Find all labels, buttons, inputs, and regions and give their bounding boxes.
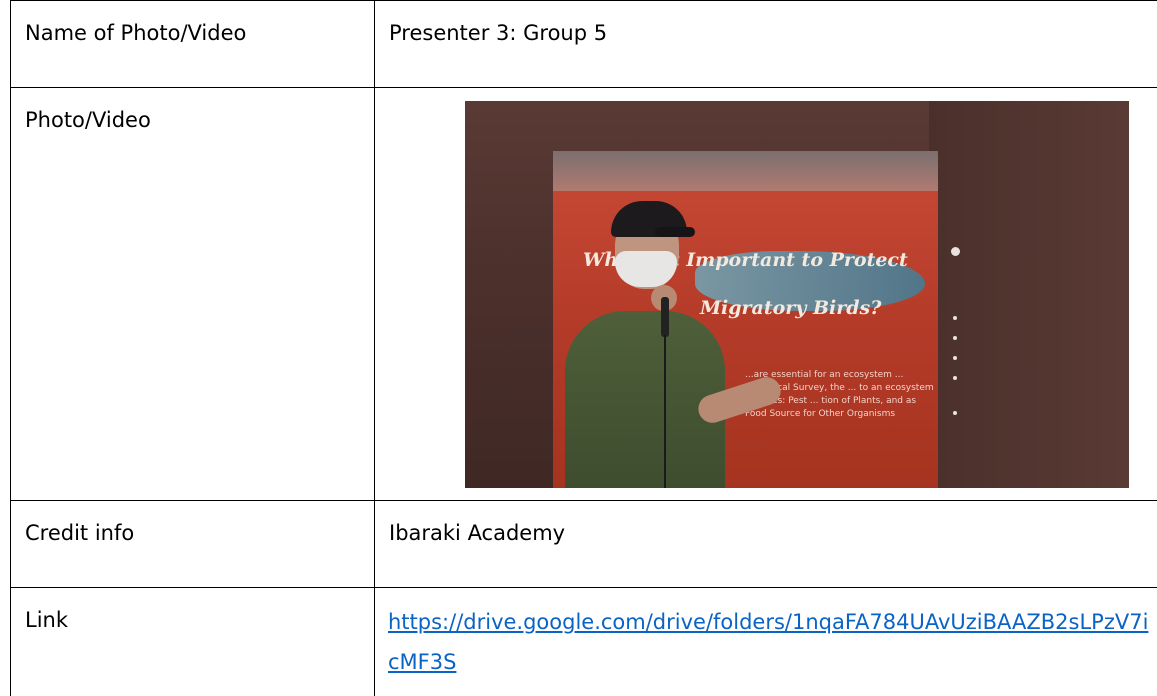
presenter-cap-brim	[655, 227, 695, 237]
credit-label: Credit info	[11, 501, 374, 551]
name-label: Name of Photo/Video	[11, 1, 374, 51]
slide-subtitle: Migratory Birds?	[700, 297, 881, 319]
value-cell: Why Is It Important to Protect Migratory…	[375, 88, 1157, 501]
screen-dot	[953, 316, 957, 320]
screen-dot	[953, 336, 957, 340]
table-row: Name of Photo/Video Presenter 3: Group 5	[11, 1, 1157, 88]
label-cell: Credit info	[11, 501, 375, 588]
table-row: Credit info Ibaraki Academy	[11, 501, 1157, 588]
screen-dot	[951, 247, 960, 256]
value-cell: Presenter 3: Group 5	[375, 1, 1157, 88]
screen-dot	[953, 411, 957, 415]
background-wall	[929, 101, 1129, 488]
screen-dot	[953, 376, 957, 380]
value-cell: https://drive.google.com/drive/folders/1…	[375, 588, 1157, 696]
screen-top-band	[553, 151, 938, 191]
microphone	[661, 297, 669, 337]
presenter-photo: Why Is It Important to Protect Migratory…	[465, 101, 1129, 488]
link-label: Link	[11, 588, 374, 638]
microphone-cable	[664, 335, 666, 488]
table-row: Photo/Video Why Is It Important to Prote…	[11, 88, 1157, 501]
credit-value: Ibaraki Academy	[375, 501, 1157, 551]
info-table: Name of Photo/Video Presenter 3: Group 5…	[10, 0, 1157, 696]
photo-label: Photo/Video	[11, 88, 374, 138]
screen-dot	[953, 356, 957, 360]
name-value: Presenter 3: Group 5	[375, 1, 1157, 51]
label-cell: Photo/Video	[11, 88, 375, 501]
label-cell: Name of Photo/Video	[11, 1, 375, 88]
label-cell: Link	[11, 588, 375, 696]
value-cell: Ibaraki Academy	[375, 501, 1157, 588]
table-row: Link https://drive.google.com/drive/fold…	[11, 588, 1157, 696]
drive-link[interactable]: https://drive.google.com/drive/folders/1…	[375, 588, 1157, 682]
